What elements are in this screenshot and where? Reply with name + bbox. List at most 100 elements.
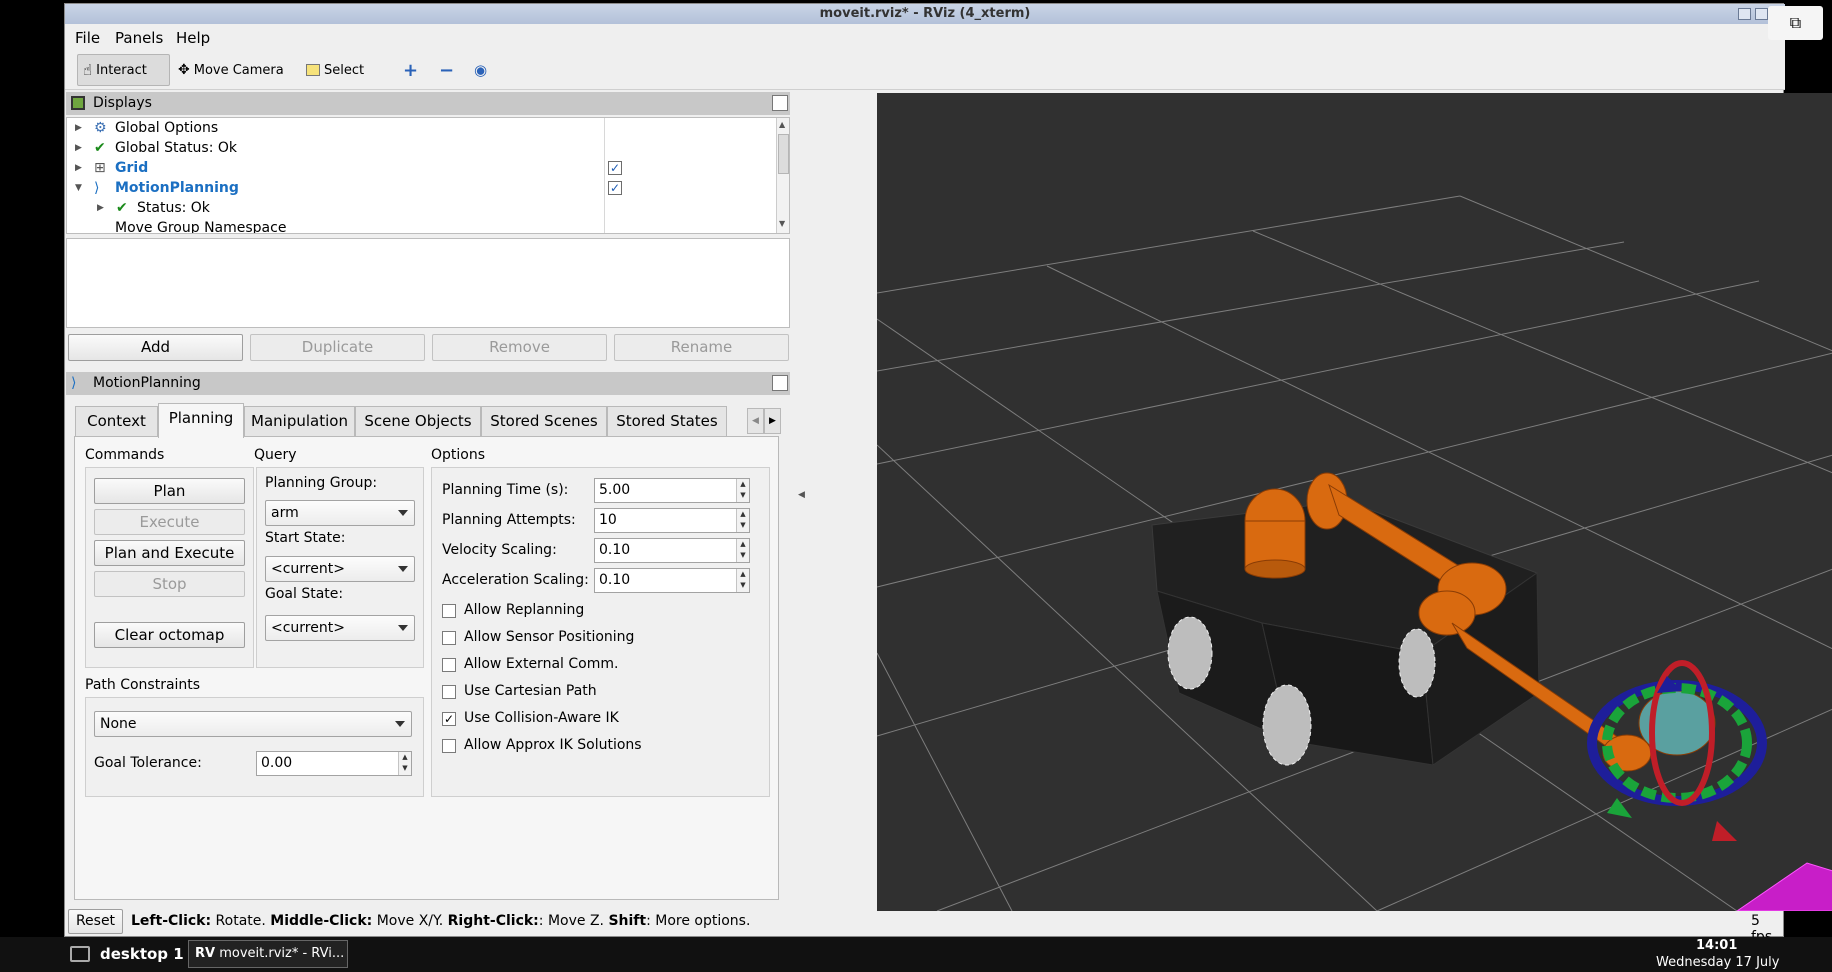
grid-enable-checkbox[interactable]: ✓ bbox=[608, 161, 622, 175]
allow-approx-ik-checkbox[interactable] bbox=[442, 739, 456, 753]
goal-tolerance-field[interactable]: 0.00 ▲ ▼ bbox=[256, 751, 412, 776]
eye-icon[interactable]: ◉ bbox=[469, 54, 492, 86]
menu-file[interactable]: File bbox=[75, 29, 100, 47]
spin-arrows-icon[interactable]: ▲ ▼ bbox=[398, 752, 411, 775]
tree-row-grid[interactable]: ▶ ⊞ Grid bbox=[67, 158, 667, 178]
tab-scroll-right-icon[interactable]: ▶ bbox=[764, 408, 781, 434]
allow-sensor-positioning-checkbox[interactable] bbox=[442, 631, 456, 645]
displays-tree[interactable]: ▶ ⚙ Global Options ▶ ✔ Global Status: Ok… bbox=[66, 117, 790, 234]
desktop-label[interactable]: desktop 1 bbox=[100, 945, 184, 963]
column-divider bbox=[604, 118, 605, 233]
clock-time: 14:01 bbox=[1696, 938, 1738, 953]
check-icon: ✔ bbox=[94, 140, 106, 156]
allow-sensor-positioning-label: Allow Sensor Positioning bbox=[464, 629, 635, 645]
tab-stored-scenes[interactable]: Stored Scenes bbox=[481, 406, 607, 437]
allow-external-comm-checkbox[interactable] bbox=[442, 658, 456, 672]
scroll-up-icon[interactable]: ▲ bbox=[779, 120, 785, 129]
collapse-arrow-icon[interactable]: ▼ bbox=[75, 178, 82, 198]
use-collision-aware-ik-label: Use Collision-Aware IK bbox=[464, 710, 619, 726]
expand-arrow-icon[interactable]: ▶ bbox=[75, 158, 82, 178]
title-bar[interactable]: moveit.rviz* - RViz (4_xterm) bbox=[65, 4, 1785, 24]
expand-arrow-icon[interactable]: ▶ bbox=[97, 198, 104, 218]
3d-viewport[interactable] bbox=[877, 93, 1832, 911]
stop-button[interactable]: Stop bbox=[94, 571, 245, 597]
collapse-left-icon[interactable]: ◀ bbox=[798, 490, 805, 500]
tab-stored-states[interactable]: Stored States bbox=[607, 406, 727, 437]
use-collision-aware-ik-checkbox[interactable]: ✓ bbox=[442, 712, 456, 726]
move-camera-icon: ✥ bbox=[178, 62, 190, 78]
plan-button[interactable]: Plan bbox=[94, 478, 245, 504]
tab-manipulation[interactable]: Manipulation bbox=[244, 406, 355, 437]
planning-group-select[interactable]: arm bbox=[265, 500, 415, 526]
menu-help[interactable]: Help bbox=[176, 29, 210, 47]
remove-display-button[interactable]: Remove bbox=[432, 334, 607, 361]
clear-octomap-button[interactable]: Clear octomap bbox=[94, 622, 245, 648]
maximize-button[interactable] bbox=[1755, 8, 1768, 20]
minus-icon[interactable]: − bbox=[434, 54, 459, 86]
hand-icon: ☝ bbox=[83, 61, 93, 79]
toolbar: ☝ Interact ✥ Move Camera Select + − ◉ bbox=[65, 50, 1785, 90]
goal-state-select[interactable]: <current> bbox=[265, 615, 415, 641]
tab-context[interactable]: Context bbox=[75, 406, 158, 437]
spin-arrows-icon[interactable]: ▲ ▼ bbox=[736, 539, 749, 562]
planning-time-label: Planning Time (s): bbox=[442, 482, 569, 498]
start-menu-icon[interactable] bbox=[70, 946, 90, 962]
goal-state-label: Goal State: bbox=[265, 586, 344, 602]
duplicate-display-button[interactable]: Duplicate bbox=[250, 334, 425, 361]
scrollbar-thumb[interactable] bbox=[778, 134, 789, 174]
spin-arrows-icon[interactable]: ▲ ▼ bbox=[736, 569, 749, 592]
minimize-button[interactable] bbox=[1738, 8, 1751, 20]
allow-replanning-checkbox[interactable] bbox=[442, 604, 456, 618]
spin-arrows-icon[interactable]: ▲ ▼ bbox=[736, 509, 749, 532]
restore-window-icon[interactable]: ⧉ bbox=[1768, 6, 1823, 40]
goal-tolerance-label: Goal Tolerance: bbox=[94, 755, 202, 771]
motionplanning-enable-checkbox[interactable]: ✓ bbox=[608, 181, 622, 195]
interact-tool-button[interactable]: ☝ Interact bbox=[77, 54, 170, 86]
path-constraints-group: None Goal Tolerance: 0.00 ▲ ▼ bbox=[85, 697, 424, 797]
grid-icon: ⊞ bbox=[94, 160, 106, 176]
tree-scrollbar[interactable]: ▲ ▼ bbox=[776, 118, 789, 233]
use-cartesian-path-label: Use Cartesian Path bbox=[464, 683, 597, 699]
window-title: moveit.rviz* - RViz (4_xterm) bbox=[819, 6, 1031, 21]
planning-attempts-field[interactable]: 10 ▲ ▼ bbox=[594, 508, 750, 533]
plan-and-execute-button[interactable]: Plan and Execute bbox=[94, 540, 245, 566]
path-constraints-select[interactable]: None bbox=[94, 711, 412, 737]
acceleration-scaling-field[interactable]: 0.10 ▲ ▼ bbox=[594, 568, 750, 593]
clock-date: Wednesday 17 July bbox=[1656, 955, 1780, 970]
execute-button[interactable]: Execute bbox=[94, 509, 245, 535]
allow-external-comm-label: Allow External Comm. bbox=[464, 656, 619, 672]
velocity-scaling-field[interactable]: 0.10 ▲ ▼ bbox=[594, 538, 750, 563]
tree-row-motionplanning[interactable]: ▼ ⟩ MotionPlanning bbox=[67, 178, 667, 198]
chevron-down-icon bbox=[395, 721, 405, 727]
tree-row-global-status[interactable]: ▶ ✔ Global Status: Ok bbox=[67, 138, 667, 158]
panel-float-button[interactable] bbox=[772, 95, 788, 111]
tree-row-global-options[interactable]: ▶ ⚙ Global Options bbox=[67, 118, 667, 138]
task-button-rviz[interactable]: RV moveit.rviz* - RVi... bbox=[188, 940, 348, 968]
tab-scroll-left-icon[interactable]: ◀ bbox=[747, 408, 764, 434]
spin-arrows-icon[interactable]: ▲ ▼ bbox=[736, 479, 749, 502]
scroll-down-icon[interactable]: ▼ bbox=[779, 219, 785, 228]
allow-replanning-label: Allow Replanning bbox=[464, 602, 585, 618]
menu-panels[interactable]: Panels bbox=[115, 29, 163, 47]
planning-group-label: Planning Group: bbox=[265, 475, 378, 491]
reset-view-button[interactable]: Reset bbox=[68, 909, 123, 934]
move-camera-tool-button[interactable]: ✥ Move Camera bbox=[173, 54, 289, 86]
select-tool-button[interactable]: Select bbox=[301, 54, 369, 86]
tree-row-move-group-namespace[interactable]: Move Group Namespace bbox=[67, 218, 667, 233]
use-cartesian-path-checkbox[interactable] bbox=[442, 685, 456, 699]
menu-bar: File Panels Help bbox=[65, 24, 1785, 50]
displays-panel-header: Displays bbox=[66, 92, 790, 115]
planning-time-field[interactable]: 5.00 ▲ ▼ bbox=[594, 478, 750, 503]
panel-float-button[interactable] bbox=[772, 375, 788, 391]
start-state-select[interactable]: <current> bbox=[265, 556, 415, 582]
add-display-button[interactable]: Add bbox=[68, 334, 243, 361]
expand-arrow-icon[interactable]: ▶ bbox=[75, 118, 82, 138]
plus-icon[interactable]: + bbox=[398, 54, 423, 86]
tree-row-status[interactable]: ▶ ✔ Status: Ok bbox=[67, 198, 667, 218]
expand-arrow-icon[interactable]: ▶ bbox=[75, 138, 82, 158]
rename-display-button[interactable]: Rename bbox=[614, 334, 789, 361]
tab-scene-objects[interactable]: Scene Objects bbox=[355, 406, 481, 437]
arm-icon: ⟩ bbox=[71, 375, 77, 391]
tab-planning[interactable]: Planning bbox=[158, 403, 244, 438]
status-bar: Reset Left-Click: Rotate. Middle-Click: … bbox=[65, 908, 1785, 945]
